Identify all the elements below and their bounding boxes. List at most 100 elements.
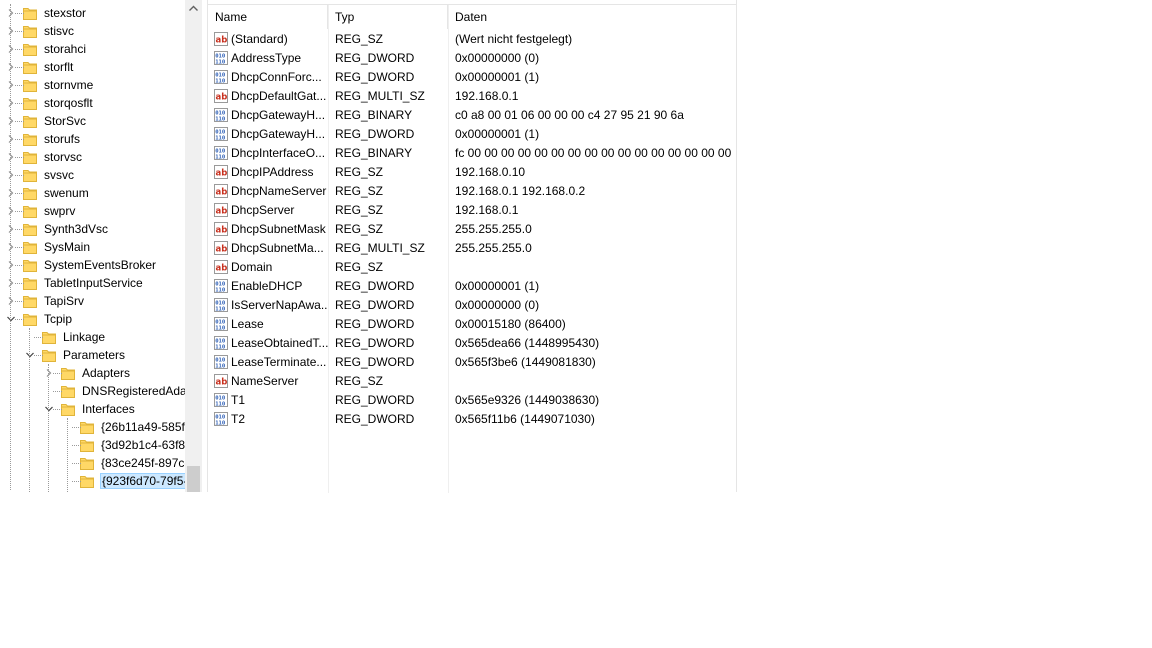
registry-value-row[interactable]: 010 110 T1 REG_DWORD 0x565e9326 (1449038630) (208, 391, 736, 410)
tree-item[interactable]: {26b11a49-585f- (0, 418, 189, 436)
value-name: EnableDHCP (231, 279, 303, 293)
folder-icon (23, 276, 37, 290)
svg-text:ab: ab (216, 93, 228, 103)
registry-value-row[interactable]: ab DhcpSubnetMask REG_SZ 255.255.255.0 (208, 220, 736, 239)
tree-item[interactable]: Interfaces (0, 400, 185, 418)
tree-connector-line (72, 463, 81, 464)
registry-value-row[interactable]: 010 110 DhcpGatewayH... REG_DWORD 0x00000001… (208, 125, 736, 144)
tree-connector-line (15, 319, 24, 320)
string-value-icon: ab (214, 89, 228, 103)
tree-item[interactable]: stexstor (0, 4, 185, 22)
registry-value-row[interactable]: 010 110 DhcpConnForc... REG_DWORD 0x00000001… (208, 68, 736, 87)
tree-item[interactable]: storqosflt (0, 94, 185, 112)
tree-connector-line (48, 364, 49, 492)
values-list[interactable]: Name Typ Daten ab (Standard) REG_SZ (Wert n… (208, 4, 736, 493)
value-data: 0x00015180 (86400) (455, 317, 566, 331)
tree-item[interactable]: swprv (0, 202, 185, 220)
binary-value-icon: 010 110 (214, 412, 228, 426)
registry-value-row[interactable]: ab (Standard) REG_SZ (Wert nicht festgelegt… (208, 30, 736, 49)
value-data (455, 258, 733, 277)
column-header-type[interactable]: Typ (328, 5, 448, 29)
tree-connector-line (72, 427, 81, 428)
value-data: 0x565dea66 (1448995430) (455, 336, 600, 350)
tree-item[interactable]: Adapters (0, 364, 185, 382)
tree-item[interactable]: storufs (0, 130, 185, 148)
registry-value-row[interactable]: ab DhcpSubnetMa... REG_MULTI_SZ 255.255.255… (208, 239, 736, 258)
tree-item-label: {923f6d70-79f5- (99, 473, 190, 489)
tree-item-label: stisvc (44, 24, 74, 38)
tree-item[interactable]: SystemEventsBroker (0, 256, 185, 274)
value-type: REG_SZ (335, 222, 384, 236)
svg-text:ab: ab (216, 169, 228, 179)
column-header-data[interactable]: Daten (448, 5, 736, 29)
registry-value-row[interactable]: 010 110 IsServerNapAwa... REG_DWORD 0x000000… (208, 296, 736, 315)
value-name: DhcpServer (231, 203, 295, 217)
tree-item[interactable]: Linkage (0, 328, 185, 346)
tree-item[interactable]: Synth3dVsc (0, 220, 185, 238)
tree-connector-line (15, 31, 24, 32)
tree-item[interactable]: storahci (0, 40, 185, 58)
tree-item[interactable]: swenum (0, 184, 185, 202)
tree-item[interactable]: Parameters (0, 346, 185, 364)
tree-item[interactable]: TapiSrv (0, 292, 185, 310)
value-name: Lease (231, 317, 264, 331)
tree-connector-line (67, 418, 68, 492)
tree-connector-line (53, 391, 62, 392)
list-rows: ab (Standard) REG_SZ (Wert nicht festgelegt… (208, 30, 736, 429)
tree-item-label: swprv (44, 204, 76, 218)
registry-tree[interactable]: stexstor stisvc storahci storflt stornvme sto… (0, 0, 202, 492)
registry-value-row[interactable]: ab NameServer REG_SZ (208, 372, 736, 391)
registry-value-row[interactable]: 010 110 DhcpInterfaceO... REG_BINARY fc 00 0… (208, 144, 736, 163)
value-data: 255.255.255.0 (455, 222, 532, 236)
tree-scrollbar-thumb[interactable] (187, 466, 200, 492)
tree-item[interactable]: {83ce245f-897c- (0, 454, 189, 472)
registry-value-row[interactable]: ab Domain REG_SZ (208, 258, 736, 277)
tree-item-label: {83ce245f-897c- (101, 456, 189, 470)
svg-text:110: 110 (215, 135, 226, 141)
tree-item[interactable]: storflt (0, 58, 185, 76)
column-header-name[interactable]: Name (208, 5, 328, 29)
folder-icon (61, 366, 75, 380)
value-type: REG_SZ (335, 203, 384, 217)
tree-item[interactable]: TabletInputService (0, 274, 185, 292)
tree-item[interactable]: SysMain (0, 238, 185, 256)
binary-value-icon: 010 110 (214, 146, 228, 160)
registry-value-row[interactable]: 010 110 LeaseObtainedT... REG_DWORD 0x565dea… (208, 334, 736, 353)
registry-value-row[interactable]: 010 110 AddressType REG_DWORD 0x00000000 (0) (208, 49, 736, 68)
scroll-up-arrow-icon[interactable] (185, 0, 202, 17)
folder-icon (23, 24, 37, 38)
value-name: DhcpConnForc... (231, 70, 322, 84)
tree-item[interactable]: Tcpip (0, 310, 185, 328)
tree-item[interactable]: StorSvc (0, 112, 185, 130)
registry-value-row[interactable]: 010 110 LeaseTerminate... REG_DWORD 0x565f3b… (208, 353, 736, 372)
value-data: (Wert nicht festgelegt) (455, 32, 573, 46)
value-type: REG_SZ (335, 374, 384, 388)
value-name: (Standard) (231, 32, 288, 46)
tree-connector-line (15, 283, 24, 284)
tree-item-label: TapiSrv (44, 294, 85, 308)
registry-value-row[interactable]: 010 110 DhcpGatewayH... REG_BINARY c0 a8 00 … (208, 106, 736, 125)
tree-scrollbar[interactable] (185, 0, 202, 492)
registry-value-row[interactable]: 010 110 T2 REG_DWORD 0x565f11b6 (1449071030) (208, 410, 736, 429)
tree-item[interactable]: stornvme (0, 76, 185, 94)
tree-item[interactable]: DNSRegisteredAdapters (0, 382, 202, 400)
tree-item[interactable]: storvsc (0, 148, 185, 166)
folder-icon (23, 240, 37, 254)
tree-item-label: storflt (44, 60, 74, 74)
tree-connector-line (34, 337, 43, 338)
tree-item[interactable]: svsvc (0, 166, 185, 184)
folder-icon (42, 348, 56, 362)
registry-value-row[interactable]: 010 110 EnableDHCP REG_DWORD 0x00000001 (1) (208, 277, 736, 296)
string-value-icon: ab (214, 32, 228, 46)
folder-icon (23, 222, 37, 236)
value-data: 0x00000000 (0) (455, 51, 540, 65)
tree-item[interactable]: stisvc (0, 22, 185, 40)
value-type: REG_MULTI_SZ (335, 241, 425, 255)
registry-value-row[interactable]: 010 110 Lease REG_DWORD 0x00015180 (86400) (208, 315, 736, 334)
tree-item[interactable]: {923f6d70-79f5- (0, 472, 190, 490)
tree-item[interactable]: {3d92b1c4-63f8- (0, 436, 189, 454)
registry-value-row[interactable]: ab DhcpNameServer REG_SZ 192.168.0.1 192.16… (208, 182, 736, 201)
registry-value-row[interactable]: ab DhcpServer REG_SZ 192.168.0.1 (208, 201, 736, 220)
registry-value-row[interactable]: ab DhcpIPAddress REG_SZ 192.168.0.10 (208, 163, 736, 182)
registry-value-row[interactable]: ab DhcpDefaultGat... REG_MULTI_SZ 192.168.0… (208, 87, 736, 106)
